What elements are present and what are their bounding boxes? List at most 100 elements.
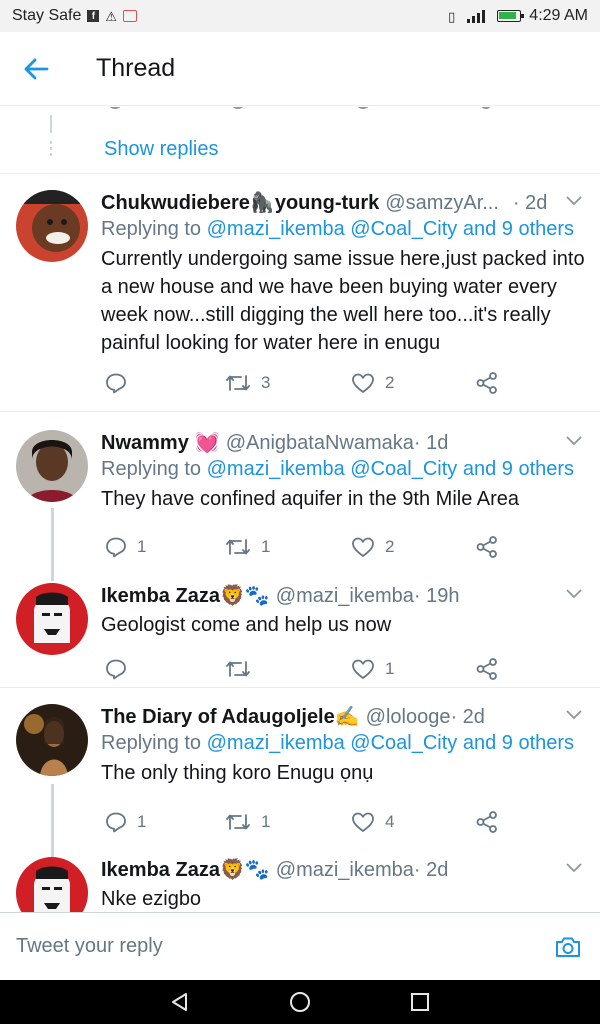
tweet-text: Currently undergoing same issue here,jus… (101, 248, 585, 354)
tweet-text: Geologist come and help us now (101, 614, 392, 636)
like-button[interactable]: 4 (351, 810, 394, 834)
heart-icon (352, 537, 374, 557)
like-button[interactable]: 1 (351, 657, 394, 681)
display-name[interactable]: The Diary of AdaugoIjele (101, 704, 335, 730)
share-icon (476, 811, 497, 833)
reply-button[interactable] (105, 657, 137, 681)
display-name[interactable]: Nwammy (101, 430, 189, 456)
heart-emoji: 💓 (194, 432, 220, 454)
tweet-text: Nke ezigbo (101, 888, 202, 910)
tweet-body: Ikemba Zaza 🦁🐾 @mazi_ikemba · 2d Nke ezi… (101, 857, 586, 912)
tweet[interactable]: The Diary of AdaugoIjele ✍️ @lolooge · 2… (0, 688, 600, 843)
retweet-icon (226, 539, 250, 555)
like-button[interactable]: 2 (351, 535, 394, 559)
retweet-icon (226, 661, 250, 677)
nav-recents-button[interactable] (400, 982, 440, 1022)
reply-count: 1 (137, 812, 147, 831)
square-recents-icon (411, 993, 429, 1011)
status-bar: Stay Safe f ⚠ ▯ 4:29 AM (0, 0, 600, 32)
like-icon[interactable] (355, 107, 371, 109)
replying-to-label: Replying to (101, 218, 207, 240)
app-header: Thread (0, 32, 600, 106)
thread-continuation-dots (49, 115, 53, 159)
display-name[interactable]: Ikemba Zaza (101, 857, 220, 883)
carrier-label: Stay Safe (12, 7, 82, 24)
previous-tweet-actions (0, 107, 600, 113)
retweet-button[interactable] (225, 657, 261, 681)
tweet-header: Ikemba Zaza 🦁🐾 @mazi_ikemba · 19h (101, 583, 586, 609)
back-button[interactable] (0, 32, 72, 106)
replying-to-mentions[interactable]: @mazi_ikemba @Coal_City and 9 others (207, 458, 574, 480)
share-button[interactable] (476, 657, 498, 681)
back-arrow-icon (24, 58, 49, 79)
camera-button[interactable] (552, 931, 584, 963)
share-icon[interactable] (480, 107, 492, 109)
reply-icon (106, 659, 126, 680)
chevron-down-icon[interactable] (564, 432, 584, 448)
reply-icon[interactable] (107, 107, 123, 109)
thread-connector-line (51, 784, 54, 843)
nav-back-button[interactable] (160, 982, 200, 1022)
avatar[interactable] (16, 857, 88, 912)
user-handle[interactable]: @samzyAr... (385, 190, 499, 216)
user-handle[interactable]: @mazi_ikemba (276, 857, 414, 883)
tweet-text: They have confined aquifer in the 9th Mi… (101, 488, 520, 510)
reply-button[interactable] (105, 371, 137, 395)
display-name[interactable]: Chukwudiebere (101, 190, 250, 216)
reply-input[interactable] (16, 926, 552, 967)
chevron-down-icon[interactable] (564, 192, 584, 208)
lion-paw-emoji: 🦁🐾 (219, 859, 270, 881)
tweet[interactable]: Chukwudiebere 🦍 young-turk @samzyAr... ·… (0, 174, 600, 411)
share-button[interactable] (476, 371, 498, 395)
reply-bar (0, 912, 600, 980)
share-button[interactable] (476, 535, 498, 559)
user-handle[interactable]: @lolooge (366, 704, 451, 730)
tweet-header: Chukwudiebere 🦍 young-turk @samzyAr... ·… (101, 190, 586, 216)
retweet-button[interactable]: 1 (225, 535, 270, 559)
user-handle[interactable]: @mazi_ikemba (276, 583, 414, 609)
show-replies-link[interactable]: Show replies (104, 138, 219, 161)
tweet[interactable]: Ikemba Zaza 🦁🐾 @mazi_ikemba · 2d Nke ezi… (0, 843, 600, 912)
nav-home-button[interactable] (280, 982, 320, 1022)
chevron-down-icon[interactable] (564, 859, 584, 875)
user-handle[interactable]: @AnigbataNwamaka (226, 430, 414, 456)
tweet-body: The Diary of AdaugoIjele ✍️ @lolooge · 2… (101, 704, 586, 787)
retweet-count: 1 (261, 812, 271, 831)
replying-to-mentions[interactable]: @mazi_ikemba @Coal_City and 9 others (207, 218, 574, 240)
avatar[interactable] (16, 430, 88, 502)
tweet-actions: 1 1 2 (101, 535, 521, 559)
tweet-body: Ikemba Zaza 🦁🐾 @mazi_ikemba · 19h Geolog… (101, 583, 586, 639)
tweet[interactable]: Ikemba Zaza 🦁🐾 @mazi_ikemba · 19h Geolog… (0, 567, 600, 687)
retweet-button[interactable]: 1 (225, 810, 270, 834)
tweet-time: · 2d (413, 859, 449, 881)
image-notification-icon (123, 10, 138, 22)
tweet-header: The Diary of AdaugoIjele ✍️ @lolooge · 2… (101, 704, 586, 730)
share-button[interactable] (476, 810, 498, 834)
avatar[interactable] (16, 704, 88, 776)
status-bar-left: Stay Safe f ⚠ (12, 7, 138, 25)
reply-button[interactable]: 1 (105, 535, 146, 559)
chevron-down-icon[interactable] (564, 585, 584, 601)
like-count: 2 (385, 537, 395, 556)
status-bar-right: ▯ 4:29 AM (448, 7, 588, 25)
tweet-time: · 2d (512, 192, 548, 214)
reply-button[interactable]: 1 (105, 810, 146, 834)
camera-icon (556, 937, 580, 957)
display-name-suffix[interactable]: young-turk (275, 190, 379, 216)
retweet-icon[interactable] (230, 107, 246, 109)
thread-feed[interactable]: Show replies Chukwudiebere 🦍 young-turk … (0, 107, 600, 912)
retweet-button[interactable]: 3 (225, 371, 270, 395)
signal-icon (467, 10, 486, 23)
display-name[interactable]: Ikemba Zaza (101, 583, 220, 609)
share-icon (476, 536, 497, 558)
avatar[interactable] (16, 583, 88, 655)
triangle-back-icon (172, 993, 187, 1011)
replying-to-mentions[interactable]: @mazi_ikemba @Coal_City and 9 others (207, 732, 574, 754)
avatar[interactable] (16, 190, 88, 262)
thread-connector-line (51, 567, 54, 581)
thread-connector-line (51, 508, 54, 567)
tweet[interactable]: Nwammy 💓 @AnigbataNwamaka · 1d Replying … (0, 412, 600, 567)
like-button[interactable]: 2 (351, 371, 394, 395)
chevron-down-icon[interactable] (564, 706, 584, 722)
like-count: 1 (385, 659, 395, 678)
